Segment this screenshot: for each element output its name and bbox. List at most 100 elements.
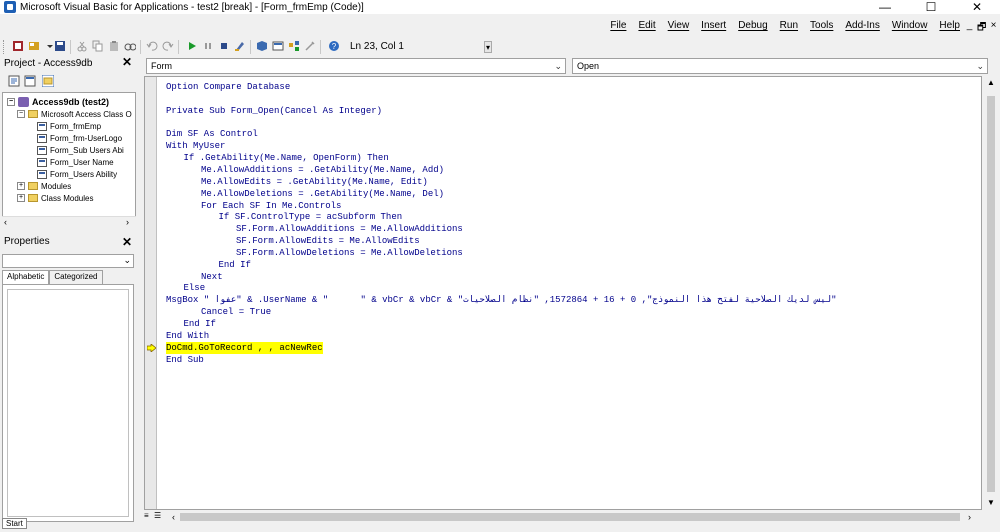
collapse-icon[interactable]: − (7, 98, 15, 106)
menu-edit[interactable]: Edit (632, 20, 661, 31)
undo-icon[interactable] (146, 40, 158, 52)
code-line[interactable]: With MyUser (166, 140, 225, 152)
code-line[interactable]: Next (201, 271, 223, 283)
code-line[interactable]: Me.AllowEdits = .GetAbility(Me.Name, Edi… (201, 176, 428, 188)
redo-icon[interactable] (162, 40, 174, 52)
object-browser-icon[interactable] (288, 40, 300, 52)
project-tree-horizontal-scrollbar[interactable]: ‹ › (2, 216, 136, 228)
code-line[interactable]: End Sub (166, 354, 204, 366)
insert-module-icon[interactable] (28, 40, 40, 52)
doc-restore-button[interactable]: 🗗 (977, 20, 986, 37)
view-code-icon[interactable] (8, 75, 20, 87)
menu-debug[interactable]: Debug (732, 20, 773, 31)
menu-add-ins[interactable]: Add-Ins (839, 20, 885, 31)
close-button[interactable]: ✕ (954, 0, 1000, 14)
project-panel-close-button[interactable]: ✕ (120, 56, 134, 70)
break-icon[interactable] (202, 40, 214, 52)
code-line[interactable]: Else (184, 282, 206, 294)
menu-insert[interactable]: Insert (695, 20, 732, 31)
code-line[interactable]: Private Sub Form_Open(Cancel As Integer) (166, 105, 382, 117)
scroll-thumb[interactable] (987, 96, 995, 492)
help-icon[interactable]: ? (328, 40, 340, 52)
design-mode-icon[interactable] (234, 40, 246, 52)
code-horizontal-scrollbar[interactable]: ≡ ☰ ‹ › (144, 510, 984, 524)
maximize-button[interactable]: ☐ (908, 0, 954, 14)
expand-icon[interactable]: + (17, 182, 25, 190)
properties-window-icon[interactable] (272, 40, 284, 52)
run-icon[interactable] (186, 40, 198, 52)
scroll-down-icon[interactable]: ▼ (984, 496, 998, 510)
reset-icon[interactable] (218, 40, 230, 52)
find-icon[interactable] (124, 40, 136, 52)
code-line[interactable]: End With (166, 330, 209, 342)
paste-icon[interactable] (108, 40, 120, 52)
object-combo[interactable]: Form ⌄ (146, 58, 566, 74)
menu-tools[interactable]: Tools (804, 20, 839, 31)
tree-node-modules[interactable]: + Modules (17, 180, 71, 192)
doc-close-button[interactable]: × (989, 20, 998, 37)
minimize-button[interactable]: — (862, 0, 908, 14)
copy-icon[interactable] (92, 40, 104, 52)
code-editor[interactable]: Option Compare Database Private Sub Form_… (144, 76, 982, 510)
code-line[interactable]: MsgBox " عفوا" & .UserName & " " & vbCr … (166, 294, 837, 306)
code-line[interactable]: End If (219, 259, 251, 271)
toggle-folders-icon[interactable] (42, 75, 54, 87)
code-line[interactable]: SF.Form.AllowEdits = Me.AllowEdits (236, 235, 420, 247)
code-line[interactable]: For Each SF In Me.Controls (201, 200, 341, 212)
code-line[interactable]: Cancel = True (201, 306, 271, 318)
expand-icon[interactable]: + (17, 194, 25, 202)
tab-categorized[interactable]: Categorized (49, 270, 103, 284)
menu-view[interactable]: View (662, 20, 696, 31)
tree-node-form-sub-users-ability[interactable]: Form_Sub Users Abi (37, 144, 124, 156)
code-line[interactable]: Option Compare Database (166, 81, 290, 93)
properties-panel-close-button[interactable]: ✕ (120, 236, 134, 250)
menu-help[interactable]: Help (933, 20, 966, 31)
code-vertical-scrollbar[interactable]: ▲ ▼ (984, 76, 998, 510)
code-line[interactable]: Dim SF As Control (166, 128, 258, 140)
menu-run[interactable]: Run (774, 20, 804, 31)
scroll-right-icon[interactable]: › (968, 510, 971, 524)
tree-node-access-class-objects[interactable]: − Microsoft Access Class O (17, 108, 132, 120)
collapse-icon[interactable]: − (17, 110, 25, 118)
code-line[interactable]: DoCmd.GoToRecord , , acNewRec (166, 341, 323, 354)
full-module-view-icon[interactable]: ☰ (154, 510, 164, 522)
procedure-combo[interactable]: Open ⌄ (572, 58, 988, 74)
scroll-up-icon[interactable]: ▲ (984, 76, 998, 90)
tree-node-class-modules[interactable]: + Class Modules (17, 192, 93, 204)
tree-node-form-user-name[interactable]: Form_User Name (37, 156, 114, 168)
code-line[interactable]: Me.AllowAdditions = .GetAbility(Me.Name,… (201, 164, 444, 176)
scroll-left-icon[interactable]: ‹ (172, 510, 175, 524)
save-icon[interactable] (54, 40, 66, 52)
code-line[interactable]: Me.AllowDeletions = .GetAbility(Me.Name,… (201, 188, 444, 200)
toolbar-grip[interactable] (3, 40, 6, 54)
margin-indicator-bar[interactable] (145, 77, 157, 509)
code-line[interactable]: End If (184, 318, 216, 330)
code-line[interactable]: If .GetAbility(Me.Name, OpenForm) Then (184, 152, 389, 164)
scroll-thumb[interactable] (180, 513, 960, 521)
toolbox-icon[interactable] (304, 40, 316, 52)
toolbar-options-button[interactable]: ▾ (484, 41, 492, 53)
code-line[interactable]: SF.Form.AllowDeletions = Me.AllowDeletio… (236, 247, 463, 259)
scroll-left-icon[interactable]: ‹ (4, 217, 7, 227)
chevron-down-icon: ⌄ (123, 255, 131, 265)
code-line[interactable]: If SF.ControlType = acSubform Then (219, 211, 403, 223)
procedure-view-icon[interactable]: ≡ (144, 510, 154, 522)
tab-alphabetic[interactable]: Alphabetic (2, 270, 50, 284)
properties-object-select[interactable]: ⌄ (2, 254, 134, 268)
tree-node-project[interactable]: − Access9db (test2) (7, 96, 109, 108)
project-tree[interactable]: − Access9db (test2) − Microsoft Access C… (2, 92, 136, 228)
view-access-icon[interactable] (12, 40, 24, 52)
menu-window[interactable]: Window (886, 20, 934, 31)
doc-minimize-button[interactable]: _ (965, 20, 974, 37)
project-explorer-icon[interactable] (256, 40, 268, 52)
properties-grid[interactable] (2, 284, 134, 522)
tree-node-form-users-ability[interactable]: Form_Users Ability (37, 168, 117, 180)
document-controls: _ 🗗 × (965, 20, 998, 37)
tree-node-form-frmemp[interactable]: Form_frmEmp (37, 120, 101, 132)
view-object-icon[interactable] (24, 75, 36, 87)
code-line[interactable]: SF.Form.AllowAdditions = Me.AllowAdditio… (236, 223, 463, 235)
menu-file[interactable]: File (604, 20, 632, 31)
cut-icon[interactable] (76, 40, 88, 52)
scroll-right-icon[interactable]: › (126, 217, 129, 227)
tree-node-form-frm-userlogo[interactable]: Form_frm-UserLogo (37, 132, 122, 144)
